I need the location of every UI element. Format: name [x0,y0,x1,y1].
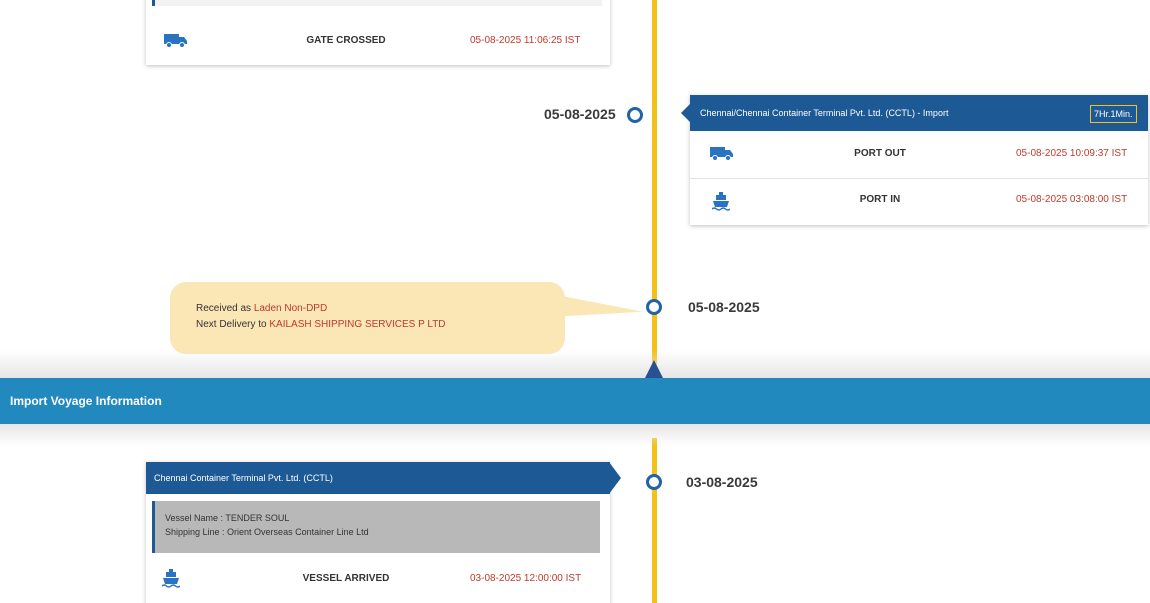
location-header: Chennai/Chennai Container Terminal Pvt. … [690,95,1148,131]
timeline-node [646,299,662,315]
next-delivery-label: Next Delivery to [196,319,270,330]
section-band: Import Voyage Information [0,378,1150,424]
ribbon-arrow [681,104,690,122]
timeline-date: 05-08-2025 [544,106,616,122]
status-note-bubble: Received as Laden Non-DPD Next Delivery … [170,282,565,354]
band-shadow-bottom [0,424,1150,446]
truck-icon [708,143,736,163]
event-time: 05-08-2025 10:09:37 IST [1016,148,1128,159]
event-status: PORT IN [859,194,901,205]
bubble-pointer [563,296,643,322]
ship-icon [710,191,732,213]
event-status: GATE CROSSED [306,35,386,46]
timeline-node [627,107,643,123]
location-name: Chennai Container Terminal Pvt. Ltd. (CC… [154,473,333,483]
vessel-info-box: Vessel Name : TENDER SOUL Shipping Line … [152,501,600,553]
location-header: Chennai Container Terminal Pvt. Ltd. (CC… [146,462,610,494]
event-time: 05-08-2025 03:08:00 IST [1016,194,1128,205]
event-time: 03-08-2025 12:00:00 IST [470,573,582,584]
duration-badge: 7Hr.1Min. [1090,105,1137,123]
event-time: 05-08-2025 11:06:25 IST [470,35,581,46]
band-shadow-top [0,350,1150,378]
truck-icon [162,30,190,50]
event-status: PORT OUT [854,148,906,159]
vessel-name: Vessel Name : TENDER SOUL [165,513,290,523]
card-top-strip [152,0,602,6]
shipping-line: Shipping Line : Orient Overseas Containe… [165,527,369,537]
received-line: Received as Laden Non-DPD [196,301,565,317]
duration-label: 7Hr.1Min. [1094,109,1133,119]
event-status: VESSEL ARRIVED [302,573,390,584]
section-title: Import Voyage Information [10,394,162,408]
event-card-gate: GATE CROSSED 05-08-2025 11:06:25 IST [146,0,610,65]
timeline-date: 05-08-2025 [688,299,760,315]
received-label: Received as [196,303,254,314]
ship-icon [160,568,182,590]
ribbon-arrow [609,462,621,494]
timeline-date: 03-08-2025 [686,474,758,490]
next-delivery-line: Next Delivery to KAILASH SHIPPING SERVIC… [196,317,565,333]
event-card-vessel: Chennai Container Terminal Pvt. Ltd. (CC… [146,462,610,603]
event-card-port: Chennai/Chennai Container Terminal Pvt. … [681,95,1148,225]
timeline-node [646,474,662,490]
row-divider [690,178,1148,179]
received-value: Laden Non-DPD [253,303,328,314]
next-delivery-value: KAILASH SHIPPING SERVICES P LTD [269,319,446,330]
band-arrow [645,360,663,378]
timeline-line [652,438,657,603]
location-name: Chennai/Chennai Container Terminal Pvt. … [700,108,949,118]
